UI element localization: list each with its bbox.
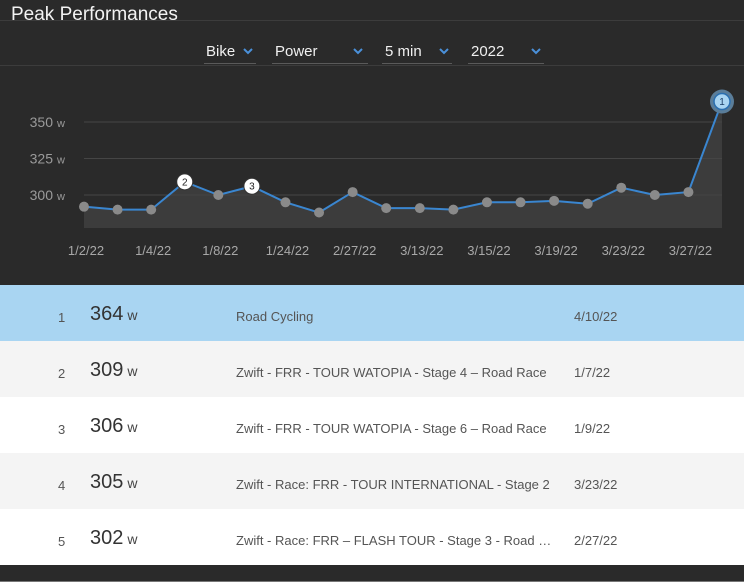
data-point bbox=[515, 197, 526, 208]
data-point bbox=[112, 204, 123, 215]
data-point bbox=[683, 187, 694, 198]
row-value-number: 309 bbox=[90, 359, 124, 381]
row-date: 3/23/22 bbox=[574, 477, 618, 492]
x-tick-label: 3/27/22 bbox=[669, 243, 712, 258]
x-tick-label: 3/19/22 bbox=[534, 243, 577, 258]
row-value-number: 306 bbox=[90, 415, 124, 437]
row-activity-link[interactable]: Zwift - FRR - TOUR WATOPIA - Stage 6 – R… bbox=[236, 421, 552, 436]
y-tick-label: 350 bbox=[30, 114, 54, 130]
data-point bbox=[146, 204, 157, 215]
rank-marker-label: 3 bbox=[249, 182, 255, 193]
x-tick-label: 1/24/22 bbox=[266, 243, 309, 258]
data-point bbox=[414, 203, 425, 214]
chevron-down-icon bbox=[353, 48, 363, 55]
row-rank: 1 bbox=[58, 310, 66, 325]
chevron-down-icon bbox=[531, 48, 541, 55]
data-point bbox=[549, 195, 560, 206]
table-bottom-divider bbox=[0, 581, 744, 585]
rank-marker-label: 2 bbox=[182, 177, 188, 188]
row-value-unit: w bbox=[127, 307, 138, 323]
metric-select-value: Power bbox=[275, 43, 318, 60]
data-point bbox=[381, 203, 392, 214]
x-tick-label: 3/13/22 bbox=[400, 243, 443, 258]
peak-table: 1 364 w Road Cycling 4/10/22 2 309 w Zwift - FRR… bbox=[0, 285, 744, 565]
chevron-down-icon bbox=[243, 48, 253, 55]
table-row[interactable]: 2 309 w Zwift - FRR - TOUR WATOPIA - Stage … bbox=[0, 341, 744, 397]
table-row[interactable]: 3 306 w Zwift - FRR - TOUR WATOPIA - Stage … bbox=[0, 397, 744, 453]
row-value-unit: w bbox=[127, 531, 138, 547]
data-point bbox=[347, 187, 358, 198]
row-value-number: 302 bbox=[90, 527, 124, 549]
table-row[interactable]: 5 302 w Zwift - Race: FRR – FLASH TOUR - St… bbox=[0, 509, 744, 565]
data-point bbox=[616, 182, 627, 193]
sport-select-value: Bike bbox=[206, 43, 236, 60]
data-point bbox=[314, 207, 325, 218]
row-rank: 4 bbox=[58, 478, 66, 493]
title-divider bbox=[0, 20, 744, 21]
chevron-down-icon bbox=[439, 48, 449, 55]
y-tick-unit: w bbox=[56, 118, 65, 130]
data-point bbox=[79, 201, 89, 212]
row-value-number: 364 bbox=[90, 303, 124, 325]
row-rank: 2 bbox=[58, 366, 66, 381]
row-value: 364 w bbox=[90, 303, 138, 326]
x-tick-label: 1/8/22 bbox=[202, 243, 238, 258]
table-row[interactable]: 4 305 w Zwift - Race: FRR - TOUR INTERNATIO… bbox=[0, 453, 744, 509]
row-activity-link[interactable]: Zwift - Race: FRR – FLASH TOUR - Stage 3… bbox=[236, 533, 552, 548]
sport-select[interactable]: Bike bbox=[204, 40, 256, 64]
x-tick-label: 1/2/22 bbox=[68, 243, 104, 258]
row-value-unit: w bbox=[127, 475, 138, 491]
row-activity-link[interactable]: Zwift - Race: FRR - TOUR INTERNATIONAL -… bbox=[236, 477, 552, 492]
row-value: 309 w bbox=[90, 359, 138, 382]
rank-marker-label: 1 bbox=[719, 97, 725, 108]
x-tick-label: 1/4/22 bbox=[135, 243, 171, 258]
duration-select-value: 5 min bbox=[385, 43, 422, 60]
page-title: Peak Performances bbox=[11, 4, 178, 25]
header: Peak Performances Bike Power 5 min 2022 bbox=[0, 0, 744, 66]
row-value-unit: w bbox=[127, 363, 138, 379]
peak-chart-svg: 300 w325 w350 w2 311/2/22 1/4/22 1/8/22 1/24/22… bbox=[30, 89, 734, 258]
peak-chart: 300 w 325 w 350 w 2 3 1 1/2/22 1/4/22 1/8/22 1/24/22… bbox=[0, 66, 744, 284]
x-tick-label: 3/15/22 bbox=[467, 243, 510, 258]
row-rank: 3 bbox=[58, 422, 66, 437]
year-select[interactable]: 2022 bbox=[468, 40, 544, 64]
row-value: 306 w bbox=[90, 415, 138, 438]
row-activity-link[interactable]: Zwift - FRR - TOUR WATOPIA - Stage 4 – R… bbox=[236, 365, 552, 380]
row-rank: 5 bbox=[58, 534, 66, 549]
data-point bbox=[649, 190, 660, 200]
data-point bbox=[481, 197, 492, 208]
row-date: 2/27/22 bbox=[574, 533, 618, 548]
y-tick-unit: w bbox=[56, 191, 65, 203]
y-tick-label: 325 bbox=[30, 151, 54, 167]
x-tick-label: 3/23/22 bbox=[602, 243, 645, 258]
y-tick-unit: w bbox=[56, 155, 65, 167]
duration-select[interactable]: 5 min bbox=[382, 40, 452, 64]
row-value: 302 w bbox=[90, 527, 138, 550]
row-value: 305 w bbox=[90, 471, 138, 494]
row-activity-link[interactable]: Road Cycling bbox=[236, 309, 552, 324]
y-tick-label: 300 bbox=[30, 187, 54, 203]
data-point bbox=[448, 204, 459, 215]
data-point bbox=[582, 198, 593, 209]
year-select-value: 2022 bbox=[471, 43, 505, 60]
x-tick-label: 2/27/22 bbox=[333, 243, 376, 258]
row-value-unit: w bbox=[127, 419, 138, 435]
row-date: 1/7/22 bbox=[574, 365, 611, 380]
data-point bbox=[213, 190, 224, 200]
data-point bbox=[280, 197, 291, 208]
row-date: 4/10/22 bbox=[574, 309, 618, 324]
row-date: 1/9/22 bbox=[574, 421, 611, 436]
row-value-number: 305 bbox=[90, 471, 124, 493]
metric-select[interactable]: Power bbox=[272, 40, 368, 64]
table-row[interactable]: 1 364 w Road Cycling 4/10/22 bbox=[0, 285, 744, 341]
